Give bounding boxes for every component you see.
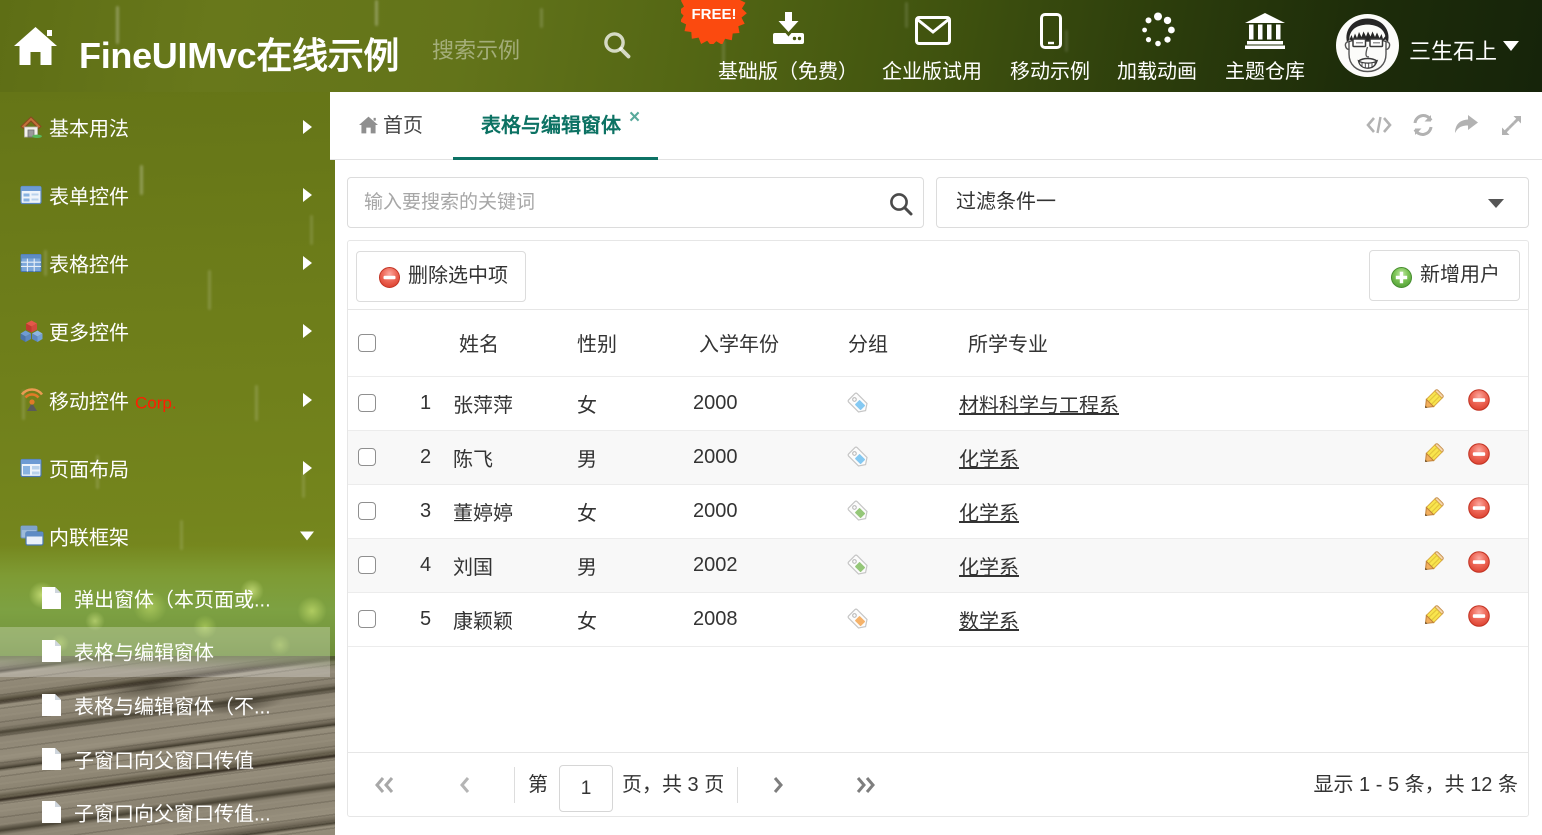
svg-text:FREE!: FREE! (692, 6, 737, 23)
